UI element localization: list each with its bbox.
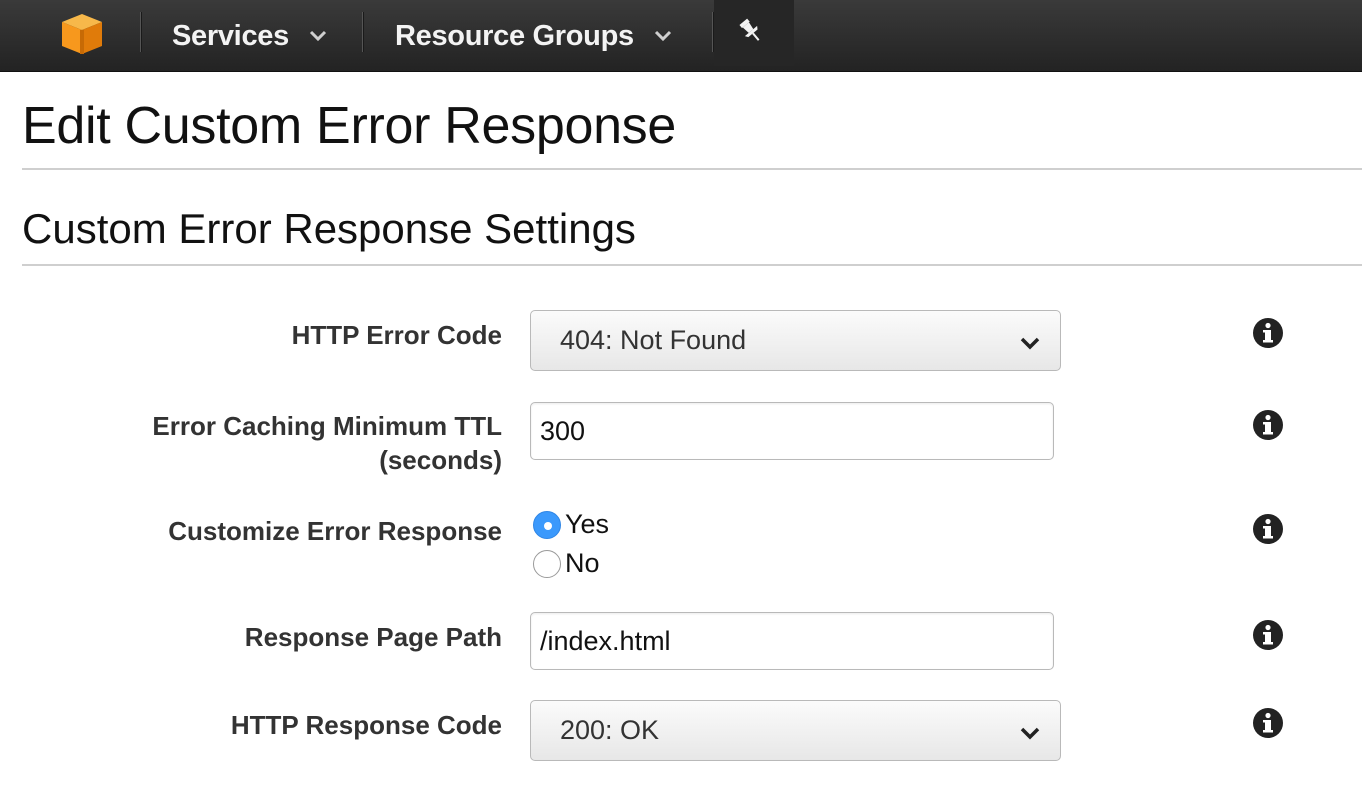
nav-divider bbox=[712, 12, 713, 52]
http-error-code-select[interactable]: 404: Not Found bbox=[530, 310, 1061, 371]
resource-groups-menu[interactable]: Resource Groups bbox=[395, 0, 672, 72]
services-label: Services bbox=[172, 19, 289, 52]
section-divider bbox=[22, 264, 1362, 266]
pin-button[interactable] bbox=[714, 0, 794, 66]
resource-groups-label: Resource Groups bbox=[395, 19, 634, 52]
radio-no[interactable] bbox=[533, 549, 561, 578]
chevron-down-icon bbox=[654, 30, 671, 42]
radio-yes[interactable] bbox=[533, 510, 561, 539]
http-response-code-value: 200: OK bbox=[560, 715, 660, 745]
info-icon[interactable] bbox=[1252, 707, 1284, 739]
customize-error-response-label: Customize Error Response bbox=[168, 516, 502, 546]
radio-yes-label: Yes bbox=[565, 509, 610, 539]
aws-cube-logo-icon[interactable] bbox=[58, 12, 106, 56]
section-title: Custom Error Response Settings bbox=[22, 205, 636, 252]
info-icon[interactable] bbox=[1252, 409, 1284, 441]
top-nav-bar: Services Resource Groups bbox=[0, 0, 1362, 72]
customize-no-option[interactable]: No bbox=[533, 548, 600, 579]
error-caching-ttl-label-line1: Error Caching Minimum TTL bbox=[152, 411, 502, 441]
info-icon[interactable] bbox=[1252, 317, 1284, 349]
response-page-path-value: /index.html bbox=[540, 625, 671, 656]
radio-no-label: No bbox=[565, 548, 600, 578]
response-page-path-input[interactable]: /index.html bbox=[530, 612, 1054, 670]
nav-divider bbox=[362, 12, 363, 52]
error-caching-ttl-label: Error Caching Minimum TTL (seconds) bbox=[152, 409, 502, 477]
info-icon[interactable] bbox=[1252, 513, 1284, 545]
pin-icon bbox=[739, 18, 760, 41]
services-menu[interactable]: Services bbox=[172, 0, 327, 72]
http-response-code-label: HTTP Response Code bbox=[230, 710, 502, 740]
error-caching-ttl-value: 300 bbox=[540, 415, 586, 446]
error-caching-ttl-label-line2: (seconds) bbox=[379, 445, 502, 475]
response-page-path-label: Response Page Path bbox=[244, 622, 502, 652]
chevron-down-icon bbox=[309, 30, 326, 42]
customize-yes-option[interactable]: Yes bbox=[533, 509, 609, 540]
title-divider bbox=[22, 168, 1362, 170]
nav-divider bbox=[140, 12, 141, 52]
http-response-code-select[interactable]: 200: OK bbox=[530, 700, 1061, 761]
chevron-down-icon bbox=[1020, 727, 1040, 740]
chevron-down-icon bbox=[1020, 337, 1040, 350]
page-title: Edit Custom Error Response bbox=[22, 97, 677, 155]
info-icon[interactable] bbox=[1252, 619, 1284, 651]
http-error-code-value: 404: Not Found bbox=[560, 325, 747, 355]
error-caching-ttl-input[interactable]: 300 bbox=[530, 402, 1054, 460]
http-error-code-label: HTTP Error Code bbox=[291, 320, 502, 350]
